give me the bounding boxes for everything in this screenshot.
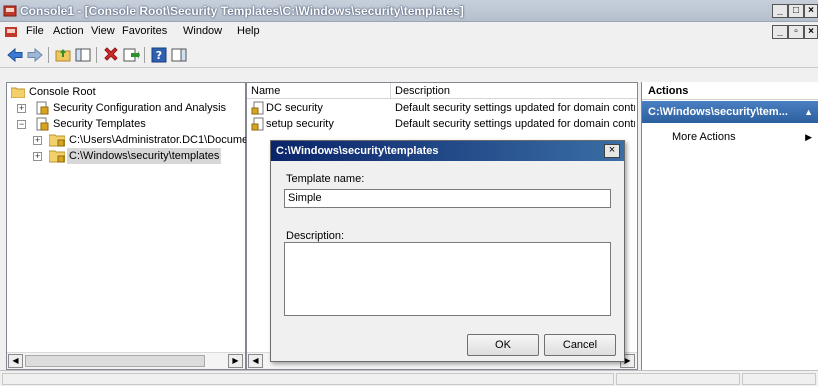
menu-window[interactable]: Window	[183, 25, 222, 37]
menu-view[interactable]: View	[91, 25, 115, 37]
template-name-label: Template name:	[286, 173, 365, 185]
child-close-button[interactable]: ×	[804, 25, 818, 39]
close-button[interactable]: ×	[804, 4, 818, 18]
up-folder-icon[interactable]	[54, 46, 72, 64]
status-panel	[742, 373, 816, 385]
mmc-app-icon	[3, 5, 17, 17]
window-title: Console1 - [Console Root\Security Templa…	[20, 4, 464, 18]
tree-horizontal-scrollbar[interactable]: ◀ ▶	[7, 352, 245, 369]
template-name-input[interactable]: Simple	[284, 189, 611, 208]
actions-pane: Actions C:\Windows\security\tem... ▲ Mor…	[641, 82, 818, 370]
template-file-icon	[251, 101, 264, 115]
ok-button[interactable]: OK	[467, 334, 539, 356]
forward-arrow-icon[interactable]	[26, 46, 44, 64]
show-action-pane-icon[interactable]	[170, 46, 188, 64]
menu-favorites[interactable]: Favorites	[122, 25, 167, 37]
folder-icon	[11, 87, 25, 98]
security-config-icon	[36, 101, 49, 115]
actions-section-header[interactable]: C:\Windows\security\tem... ▲	[642, 101, 818, 123]
list-item[interactable]: DC security Default security settings up…	[251, 100, 635, 116]
svg-text:?: ?	[156, 49, 162, 62]
toolbar-separator	[48, 47, 49, 63]
tree-item-users-path[interactable]: + C:\Users\Administrator.DC1\Docume	[11, 132, 248, 148]
console-tree: Console Root + Security Configuration an…	[6, 82, 248, 370]
column-header-name[interactable]: Name	[247, 83, 391, 99]
list-item-name: setup security	[266, 118, 334, 130]
toolbar-separator	[144, 47, 145, 63]
tree-item-windows-templates[interactable]: + C:\Windows\security\templates	[11, 148, 243, 164]
minimize-button[interactable]: _	[772, 4, 788, 18]
tree-item-security-configuration[interactable]: + Security Configuration and Analysis	[11, 100, 241, 116]
list-item-description: Default security settings updated for do…	[395, 102, 635, 114]
document-icon[interactable]	[4, 25, 18, 39]
description-textarea[interactable]	[284, 242, 611, 316]
tree-label: C:\Users\Administrator.DC1\Docume	[69, 134, 249, 146]
more-actions-item[interactable]: More Actions ▶	[672, 129, 812, 145]
tree-label: Security Configuration and Analysis	[53, 102, 227, 114]
status-panel	[2, 373, 614, 385]
template-folder-icon	[49, 134, 65, 147]
maximize-button[interactable]: □	[788, 4, 804, 18]
actions-section-label: C:\Windows\security\tem...	[648, 106, 788, 118]
title-bar: Console1 - [Console Root\Security Templa…	[0, 0, 818, 22]
scroll-left-icon[interactable]: ◀	[8, 354, 23, 368]
dialog-close-button[interactable]: ×	[604, 144, 620, 158]
menu-bar: File Action View Favorites Window Help _…	[0, 22, 818, 42]
cancel-button[interactable]: Cancel	[544, 334, 616, 356]
list-item-name: DC security	[266, 102, 323, 114]
tree-label: Console Root	[29, 86, 96, 98]
toolbar-separator	[96, 47, 97, 63]
menu-help[interactable]: Help	[237, 25, 260, 37]
dialog-title: C:\Windows\security\templates	[276, 145, 439, 157]
expand-icon[interactable]: +	[17, 104, 26, 113]
expand-icon[interactable]: +	[33, 136, 42, 145]
submenu-arrow-icon: ▶	[805, 132, 812, 142]
child-restore-button[interactable]: ▫	[788, 25, 804, 39]
toolbar: ?	[0, 42, 818, 68]
template-folder-icon	[49, 150, 65, 163]
tree-label: Security Templates	[53, 118, 146, 130]
delete-icon[interactable]	[102, 46, 120, 64]
menu-action[interactable]: Action	[53, 25, 84, 37]
description-label: Description:	[286, 230, 345, 242]
menu-file[interactable]: File	[26, 25, 44, 37]
template-file-icon	[251, 117, 264, 131]
security-templates-icon	[36, 117, 49, 131]
status-bar	[0, 370, 818, 386]
actions-header: Actions	[642, 82, 818, 100]
scroll-left-icon[interactable]: ◀	[248, 354, 263, 368]
expand-icon[interactable]: +	[33, 152, 42, 161]
list-item[interactable]: setup security Default security settings…	[251, 116, 635, 132]
child-minimize-button[interactable]: _	[772, 25, 788, 39]
dialog-title-bar: C:\Windows\security\templates	[271, 141, 624, 161]
back-arrow-icon[interactable]	[6, 46, 24, 64]
show-hide-tree-icon[interactable]	[74, 46, 92, 64]
more-actions-label: More Actions	[672, 131, 736, 143]
tree-label: C:\Windows\security\templates	[67, 148, 222, 164]
new-template-dialog: C:\Windows\security\templates × Template…	[270, 140, 625, 362]
export-list-icon[interactable]	[122, 46, 140, 64]
list-item-description: Default security settings updated for do…	[395, 118, 635, 130]
collapse-icon[interactable]: −	[17, 120, 26, 129]
status-panel	[616, 373, 740, 385]
help-icon[interactable]: ?	[150, 46, 168, 64]
scroll-right-icon[interactable]: ▶	[228, 354, 243, 368]
scroll-thumb[interactable]	[25, 355, 205, 367]
tree-item-security-templates[interactable]: − Security Templates	[11, 116, 241, 132]
column-header-description[interactable]: Description	[391, 83, 637, 99]
collapse-arrow-icon[interactable]: ▲	[804, 101, 813, 123]
